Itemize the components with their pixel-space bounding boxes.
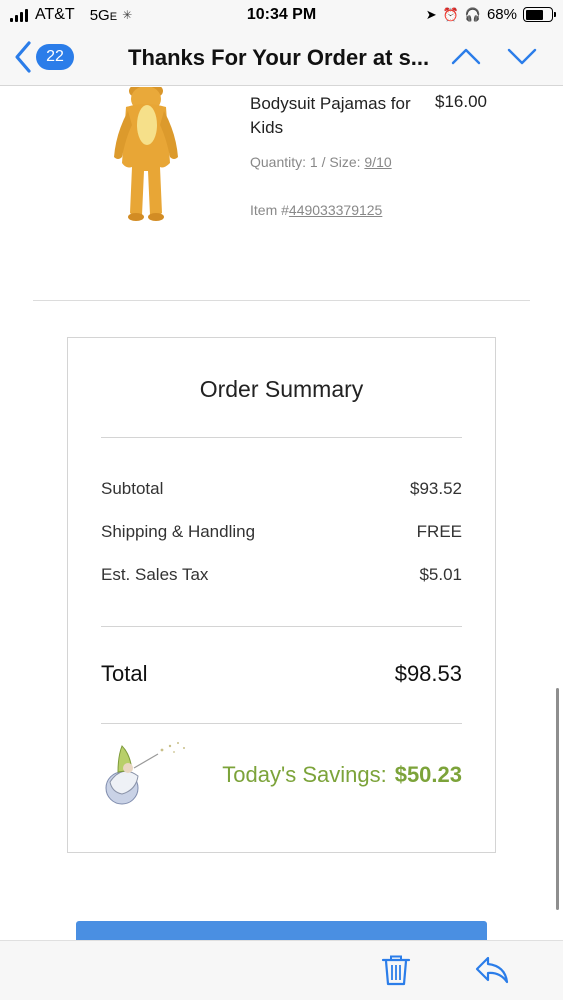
order-summary-title: Order Summary [199,376,364,402]
product-quantity-size: Quantity: 1 / Size: 9/10 [250,154,392,170]
summary-row-label: Est. Sales Tax [101,565,209,584]
product-name: Bodysuit Pajamas for Kids [250,94,411,137]
order-summary-box: Order Summary Subtotal $93.52 Shipping &… [67,337,496,853]
savings-text: Today's Savings: $50.23 [222,762,462,788]
nav-bar: 22 Thanks For Your Order at s... [0,30,563,86]
email-body[interactable]: Bodysuit Pajamas for Kids $16.00 Quantit… [0,87,563,940]
summary-row-total: Total $98.53 [101,661,462,687]
trash-icon [381,955,411,986]
chevron-up-icon [451,48,481,65]
product-price: $16.00 [435,92,487,111]
location-icon: ➤ [425,6,437,22]
savings-label: Today's Savings: [222,762,387,787]
back-button[interactable]: 22 [14,40,74,74]
product-image[interactable] [104,87,184,225]
cta-button[interactable] [76,921,487,940]
summary-divider [101,626,462,627]
email-subject-title: Thanks For Your Order at s... [128,45,430,70]
reply-icon [475,956,509,984]
total-label: Total [101,661,148,686]
product-item-number: Item #449033379125 [250,202,383,218]
summary-row-value: $5.01 [419,565,462,584]
savings-amount: $50.23 [394,762,462,787]
battery-percent: 68% [486,6,517,23]
next-message-button[interactable] [506,44,538,73]
scrollbar[interactable] [556,688,559,910]
size-value: 9/10 [364,154,392,170]
alarm-icon: ⏰ [442,6,459,22]
summary-row-label: Subtotal [101,479,164,498]
trash-button[interactable] [380,953,412,992]
summary-row-label: Shipping & Handling [101,522,256,541]
total-value: $98.53 [394,661,462,686]
item-number-link[interactable]: 449033379125 [289,202,382,218]
summary-row-tax: Est. Sales Tax $5.01 [101,565,462,585]
summary-row-shipping: Shipping & Handling FREE [101,522,462,542]
summary-divider [101,437,462,438]
chevron-down-icon [507,48,537,65]
section-divider [33,300,530,301]
headphones-icon: 🎧 [464,6,481,22]
summary-row-value: FREE [416,522,462,541]
fairy-godmother-icon [105,742,185,805]
chevron-left-icon [14,40,32,74]
reply-button[interactable] [474,955,510,990]
summary-row-subtotal: Subtotal $93.52 [101,479,462,499]
savings-row: Today's Savings: $50.23 [100,738,462,808]
unread-count-badge: 22 [36,44,74,70]
status-bar: AT&T 5GE ✳ 10:34 PM ➤ ⏰ 🎧 68% [0,0,563,30]
summary-divider [101,723,462,724]
previous-message-button[interactable] [450,44,482,73]
battery-icon [523,7,556,22]
summary-row-value: $93.52 [410,479,462,498]
bottom-toolbar [0,940,563,1000]
status-right: ➤ ⏰ 🎧 68% [425,6,556,23]
